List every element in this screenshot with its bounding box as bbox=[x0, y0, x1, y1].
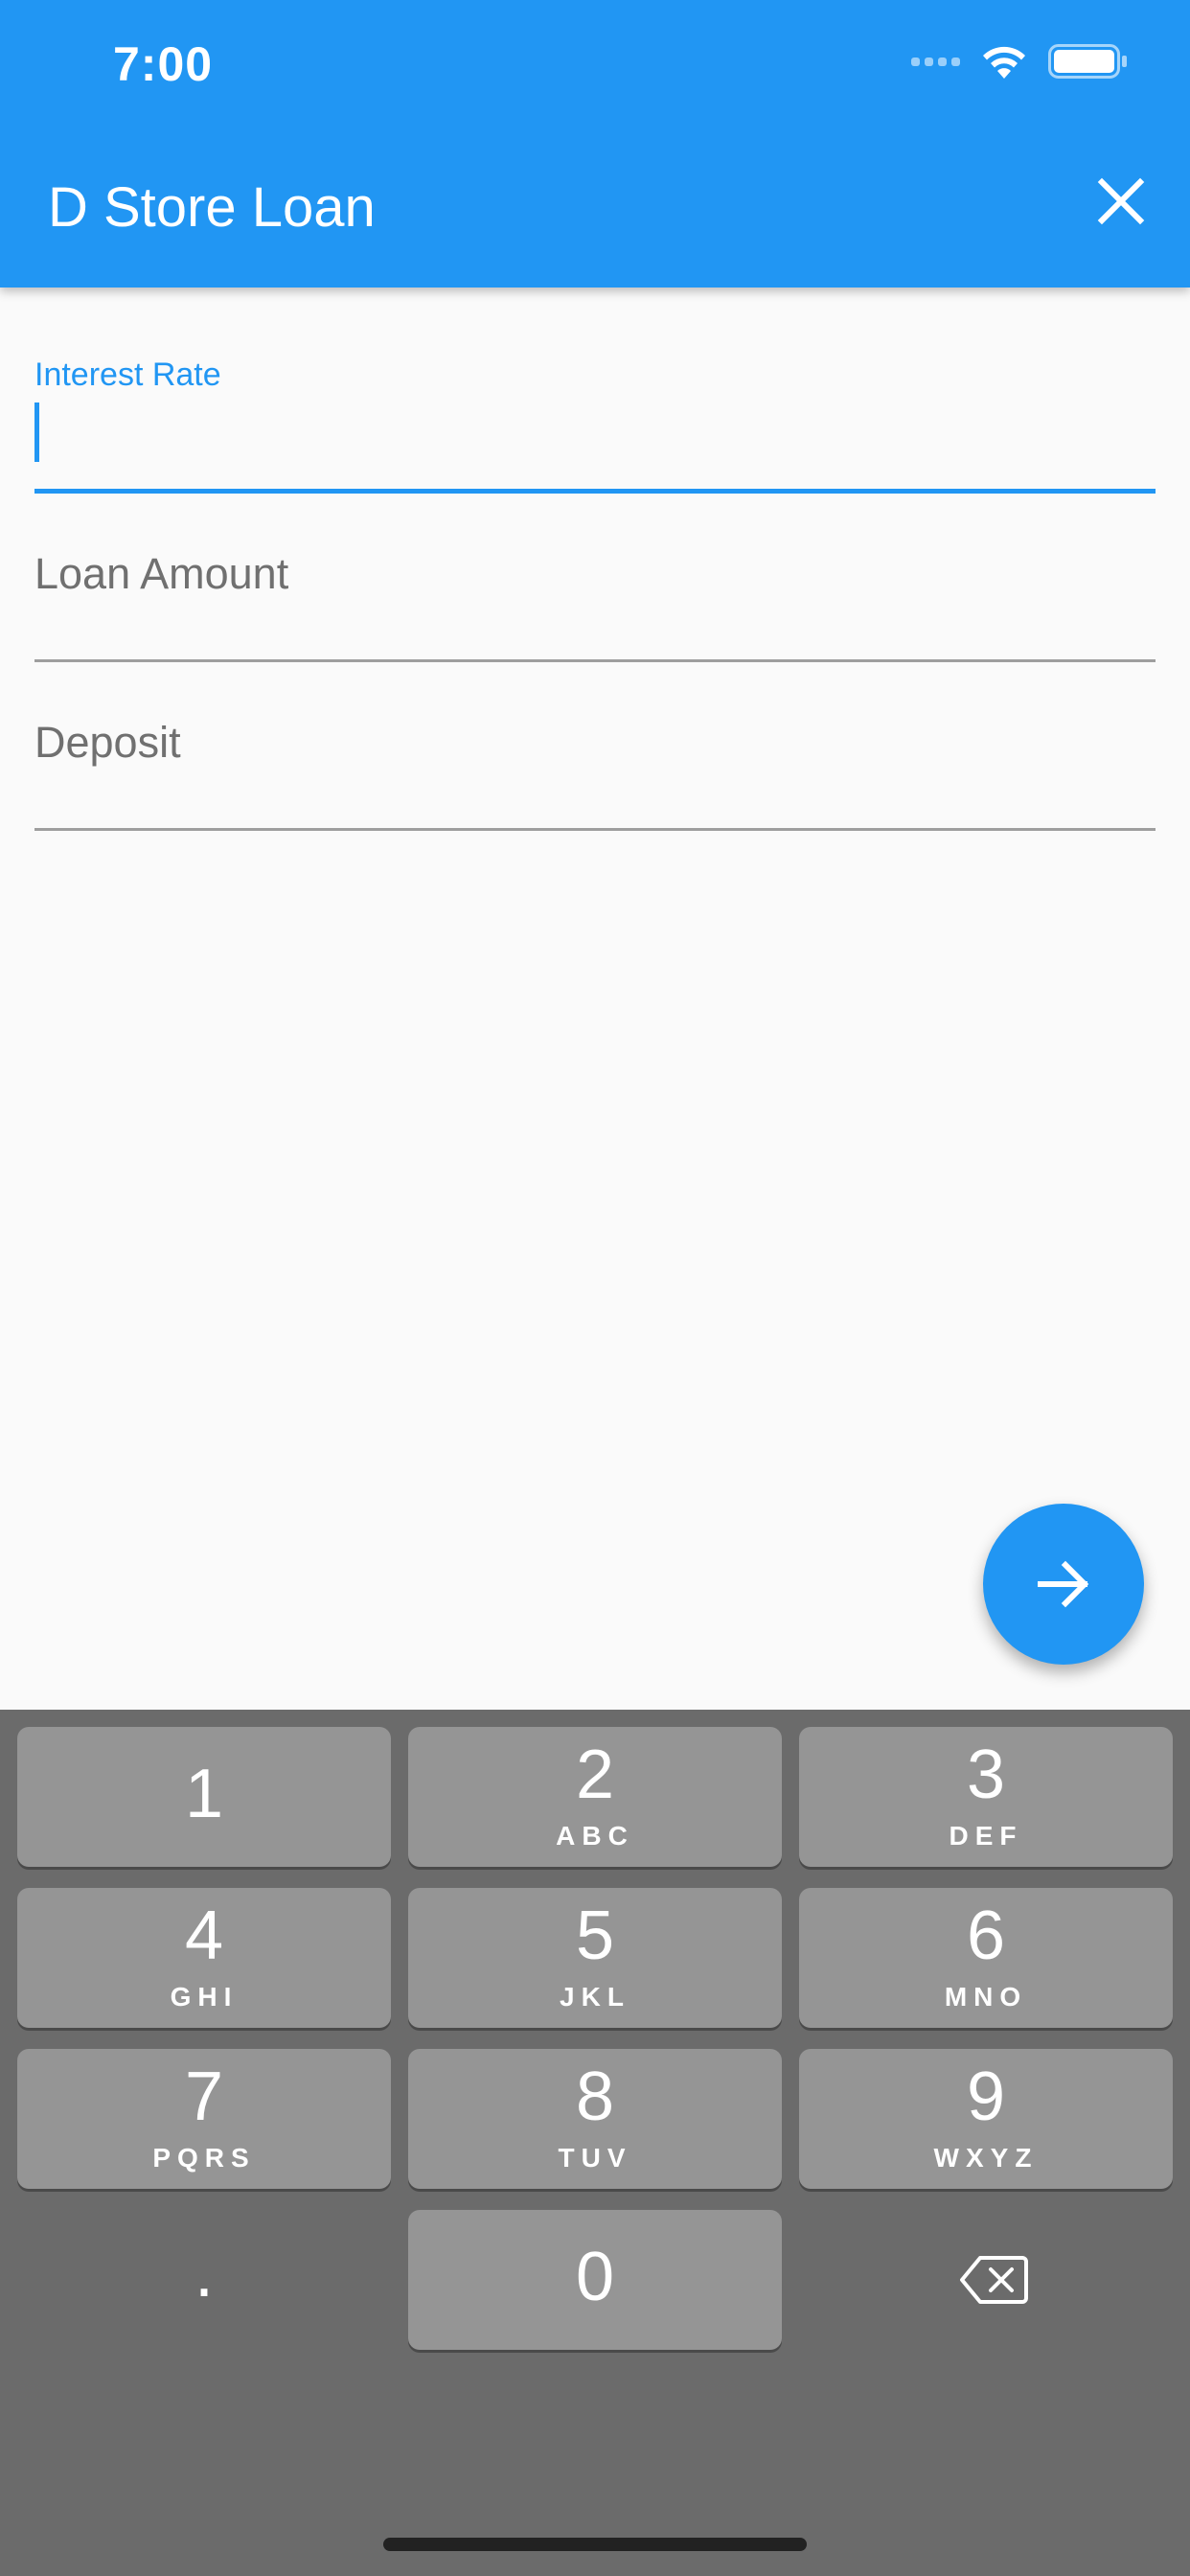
app-bar: 7:00 D Store Loan bbox=[0, 0, 1190, 288]
key-number: 9 bbox=[966, 2058, 1006, 2135]
key-letters: WXYZ bbox=[933, 2143, 1039, 2173]
wifi-icon bbox=[983, 46, 1025, 79]
key-7[interactable]: 7 PQRS bbox=[17, 2049, 391, 2189]
key-letters: TUV bbox=[558, 2143, 632, 2173]
key-backspace[interactable] bbox=[799, 2210, 1173, 2350]
key-decimal[interactable]: . bbox=[17, 2210, 391, 2350]
key-number: 5 bbox=[575, 1898, 615, 1974]
interest-rate-field[interactable]: Interest Rate bbox=[34, 288, 1156, 494]
key-letters: MNO bbox=[944, 1982, 1028, 2012]
interest-rate-label: Interest Rate bbox=[34, 356, 221, 393]
key-number: 7 bbox=[184, 2058, 224, 2135]
loan-amount-field[interactable]: Loan Amount bbox=[34, 494, 1156, 662]
next-button[interactable] bbox=[983, 1504, 1144, 1665]
key-6[interactable]: 6 MNO bbox=[799, 1888, 1173, 2028]
deposit-field[interactable]: Deposit bbox=[34, 662, 1156, 831]
key-1[interactable]: 1 bbox=[17, 1727, 391, 1867]
key-number: 3 bbox=[966, 1736, 1006, 1813]
home-indicator[interactable] bbox=[383, 2538, 807, 2551]
key-9[interactable]: 9 WXYZ bbox=[799, 2049, 1173, 2189]
app-title: D Store Loan bbox=[48, 176, 376, 239]
key-number: 6 bbox=[966, 1898, 1006, 1974]
deposit-label: Deposit bbox=[34, 718, 181, 767]
key-letters: JKL bbox=[560, 1982, 630, 2012]
text-caret bbox=[34, 402, 39, 462]
decimal-symbol: . bbox=[194, 2235, 214, 2312]
key-number: 1 bbox=[184, 1756, 224, 1832]
key-4[interactable]: 4 GHI bbox=[17, 1888, 391, 2028]
key-number: 0 bbox=[575, 2239, 615, 2315]
status-icons bbox=[906, 42, 1129, 80]
signal-dots-icon bbox=[906, 57, 960, 66]
key-letters: PQRS bbox=[152, 2143, 256, 2173]
loan-amount-label: Loan Amount bbox=[34, 549, 289, 598]
battery-icon bbox=[1048, 44, 1127, 79]
key-letters: ABC bbox=[556, 1821, 634, 1851]
backspace-icon bbox=[960, 2256, 1028, 2304]
deposit-underline bbox=[34, 828, 1156, 831]
key-number: 8 bbox=[575, 2058, 615, 2135]
key-3[interactable]: 3 DEF bbox=[799, 1727, 1173, 1867]
key-letters: DEF bbox=[949, 1821, 1023, 1851]
key-0[interactable]: 0 bbox=[408, 2210, 782, 2350]
key-2[interactable]: 2 ABC bbox=[408, 1727, 782, 1867]
status-time: 7:00 bbox=[113, 37, 214, 91]
numeric-keyboard: 1 2 ABC 3 DEF 4 GHI 5 JKL 6 MNO 7 PQRS 8… bbox=[0, 1710, 1190, 2576]
key-number: 4 bbox=[184, 1898, 224, 1974]
arrow-right-icon bbox=[1038, 1560, 1089, 1608]
key-5[interactable]: 5 JKL bbox=[408, 1888, 782, 2028]
key-letters: GHI bbox=[170, 1982, 239, 2012]
key-number: 2 bbox=[575, 1736, 615, 1813]
key-8[interactable]: 8 TUV bbox=[408, 2049, 782, 2189]
close-icon[interactable] bbox=[1090, 171, 1152, 232]
